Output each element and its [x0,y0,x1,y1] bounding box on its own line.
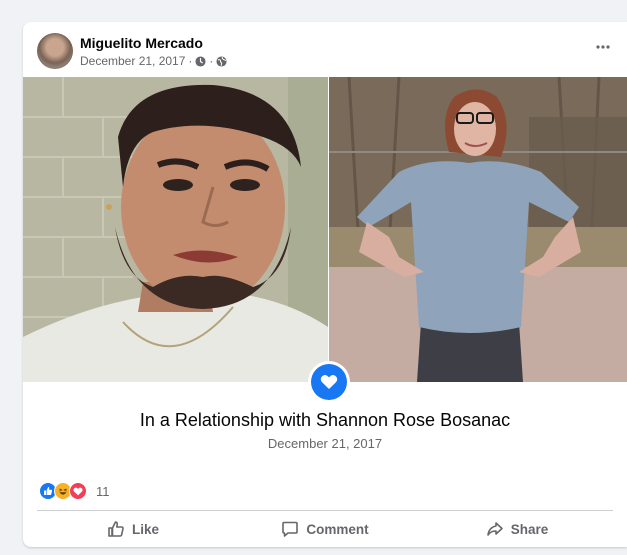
post-actions: Like Comment Share [37,514,613,544]
heart-icon [320,375,338,389]
share-icon [486,522,503,536]
avatar[interactable] [37,33,73,69]
post-header: Miguelito Mercado December 21, 2017 · · [23,22,627,77]
photo-left[interactable] [23,77,328,382]
life-event-title[interactable]: In a Relationship with Shannon Rose Bosa… [23,410,627,431]
reaction-count[interactable]: 11 [96,484,110,499]
reactions-summary[interactable]: 11 [39,482,110,500]
life-event-badge [308,361,350,403]
love-reaction-icon [69,482,87,500]
divider [37,510,613,511]
clock-icon [195,55,206,67]
comment-label: Comment [306,521,369,537]
more-options-button[interactable] [593,40,613,54]
post-photos [23,77,627,382]
post-meta: December 21, 2017 · · [80,54,227,68]
more-options-icon [596,45,610,49]
man-selfie-photo [23,77,328,382]
thumbs-up-icon [108,521,124,537]
like-button[interactable]: Like [37,514,229,544]
comment-icon [282,521,299,537]
meta-separator: · [188,54,193,68]
share-button[interactable]: Share [421,514,613,544]
like-label: Like [131,521,159,537]
comment-button[interactable]: Comment [229,514,421,544]
share-label: Share [510,521,549,537]
woman-photo [329,77,627,382]
life-event-date: December 21, 2017 [267,436,383,451]
photo-right[interactable] [329,77,627,382]
globe-icon[interactable] [216,55,227,67]
post-date[interactable]: December 21, 2017 [80,54,185,68]
meta-separator: · [209,54,214,68]
post-card: Miguelito Mercado December 21, 2017 · · [23,22,627,547]
author-name[interactable]: Miguelito Mercado [80,35,203,51]
